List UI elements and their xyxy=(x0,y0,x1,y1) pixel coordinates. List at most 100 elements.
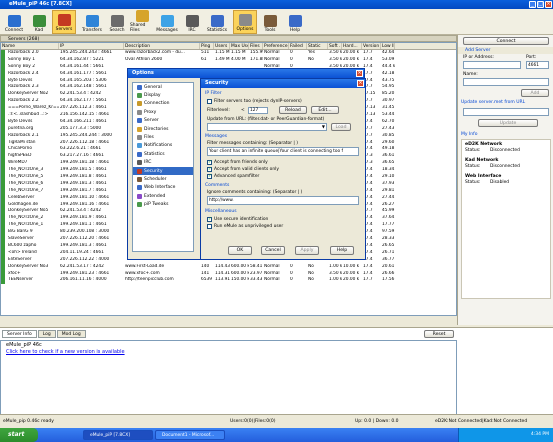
table-cell: 1.00 k xyxy=(329,263,342,269)
table-cell: CelebServer xyxy=(1,194,59,202)
toolbar-messages-button[interactable]: Messages xyxy=(155,10,179,34)
toolbar-kad-button[interactable]: Kad xyxy=(27,10,51,34)
version-check-link[interactable]: Click here to check if a new version is … xyxy=(1,349,456,355)
options-tree-item-web-interface[interactable]: Web Interface xyxy=(133,184,193,192)
filter-servers-box[interactable] xyxy=(207,98,212,104)
column-header[interactable]: Hard... xyxy=(342,43,362,49)
options-tree-item-server[interactable]: Server xyxy=(133,117,193,125)
unprivileged-box[interactable] xyxy=(207,223,212,229)
table-row[interactable]: DonkeyServer No3 62.241.53.17 : 4242 www.F… xyxy=(1,263,456,271)
window-title: eMule_piP 46c [7.8CX] xyxy=(9,1,72,7)
column-header[interactable]: Failed xyxy=(289,43,307,49)
toolbar-search-button[interactable]: Search xyxy=(105,10,129,34)
column-header[interactable]: Description xyxy=(124,43,200,49)
column-header[interactable]: Users xyxy=(214,43,230,49)
column-header[interactable]: Name xyxy=(1,43,59,49)
tab-log[interactable]: Log xyxy=(37,330,56,338)
options-tree-item-irc[interactable]: IRC xyxy=(133,159,193,167)
edit-button[interactable]: Edit... xyxy=(311,106,339,114)
accept-friends-checkbox[interactable]: ✓ Accept from friends only xyxy=(207,159,268,165)
column-header[interactable]: Max Users xyxy=(230,43,249,49)
update-button[interactable]: Update xyxy=(478,119,538,127)
accept-valid-checkbox[interactable]: ✓ Accept from valid clients only xyxy=(207,166,279,172)
connect-button[interactable]: Connect xyxy=(463,37,549,45)
minimize-button[interactable]: _ xyxy=(529,1,536,8)
tab-mod-log[interactable]: Mod Log xyxy=(56,330,86,338)
reset-button[interactable]: Reset xyxy=(424,330,454,338)
table-row[interactable]: TEENserver 206.161.11.16 : 4000 http://tee… xyxy=(1,277,456,285)
add-button[interactable]: Add xyxy=(521,89,549,97)
options-close-button[interactable]: × xyxy=(356,70,363,77)
options-tree-item-directories[interactable]: Directories xyxy=(133,125,193,133)
apply-button[interactable]: Apply xyxy=(295,246,319,255)
reload-button[interactable]: Reload xyxy=(279,106,307,114)
kad-title: Kad Network xyxy=(465,158,499,163)
options-tree-item-pip-tweaks[interactable]: piP Tweaks xyxy=(133,200,193,208)
table-cell: 600.00 k xyxy=(231,263,249,269)
advanced-spam-checkbox[interactable]: ✓ Advanced spamfilter xyxy=(207,173,259,179)
security-close-button[interactable]: × xyxy=(357,80,364,87)
cancel-button[interactable]: Cancel xyxy=(261,246,285,255)
accept-friends-box[interactable]: ✓ xyxy=(207,159,212,165)
column-header[interactable]: Static xyxy=(307,43,328,49)
toolbar-tools-button[interactable]: Tools xyxy=(258,10,282,34)
start-button[interactable]: start xyxy=(0,428,38,442)
options-tree-item-general[interactable]: General xyxy=(133,83,193,91)
ip-input[interactable] xyxy=(463,61,521,69)
name-input[interactable] xyxy=(463,78,549,86)
column-header[interactable]: Version xyxy=(362,43,381,49)
ignore-comments-input[interactable]: http://www. xyxy=(207,196,359,205)
filter-servers-checkbox[interactable]: Filter servers too (rejects dynIP-server… xyxy=(207,98,302,104)
filter-servers-label: Filter servers too (rejects dynIP-server… xyxy=(214,98,302,104)
table-cell: The_NOTzOne_7 xyxy=(1,187,59,195)
column-header[interactable]: Files xyxy=(249,43,263,49)
ok-button[interactable]: OK xyxy=(228,246,252,255)
close-button[interactable]: × xyxy=(545,1,552,8)
options-tree-item-security[interactable]: Security xyxy=(133,166,193,176)
table-row[interactable]: xfoc+ 199.249.181.23 : 4661 www.xfoc+.com 1… xyxy=(1,270,456,278)
accept-valid-box[interactable]: ✓ xyxy=(207,166,212,172)
column-header[interactable]: Ping xyxy=(200,43,214,49)
maximize-button[interactable]: □ xyxy=(537,1,544,8)
table-cell: The_NOTzOne_6 xyxy=(1,180,59,188)
filter-messages-input[interactable]: Your client has an infinite queue|Your c… xyxy=(207,147,359,156)
unprivileged-checkbox[interactable]: Run eMule as unprivileged user xyxy=(207,223,283,229)
filterlevel-input[interactable]: 127 xyxy=(248,107,268,114)
load-button[interactable]: Load xyxy=(331,123,351,131)
table-row[interactable]: Sonny Boy 1 64.34.162.87 : 5221 Oval Athlo… xyxy=(1,56,456,64)
toolbar-connect-button[interactable]: Connect xyxy=(2,10,26,34)
options-tree-item-connection[interactable]: Connection xyxy=(133,100,193,108)
messages-icon xyxy=(160,15,174,27)
options-tree-item-statistics[interactable]: Statistics xyxy=(133,150,193,158)
task-document[interactable]: Document1 - Microsof... xyxy=(155,430,225,440)
table-row[interactable]: Razorback 2.0 195.245.244.243 : 4661 www.r… xyxy=(1,50,456,57)
secure-id-checkbox[interactable]: ✓ Use secure identification xyxy=(207,216,268,222)
toolbar-shared-files-button[interactable]: Shared Files xyxy=(130,10,154,34)
ipfilter-url-select[interactable]: ▼ xyxy=(207,123,327,131)
help-button[interactable]: Help xyxy=(330,246,354,255)
tab-server-info[interactable]: Server Info xyxy=(2,330,37,338)
options-tree-item-files[interactable]: Files xyxy=(133,133,193,141)
options-tree-item-scheduler[interactable]: Scheduler xyxy=(133,175,193,183)
column-header[interactable]: IP xyxy=(59,43,124,49)
options-tree-item-display[interactable]: Display xyxy=(133,91,193,99)
options-tree-item-proxy[interactable]: Proxy xyxy=(133,108,193,116)
toolbar-transfers-button[interactable]: Transfers xyxy=(80,10,104,34)
toolbar-servers-button[interactable]: Servers xyxy=(52,10,76,34)
advanced-spam-box[interactable]: ✓ xyxy=(207,173,212,179)
options-tree-item-extended[interactable]: Extended xyxy=(133,192,193,200)
toolbar-options-button[interactable]: Options xyxy=(233,10,257,34)
status-updown: Up: 0.0 | Down: 0.0 xyxy=(355,419,399,424)
table-cell: 64.34.161.44 : 5661 xyxy=(60,63,104,69)
task-emule[interactable]: eMule_piP [7.8CX] xyxy=(83,430,153,440)
port-input[interactable]: 4661 xyxy=(526,61,549,69)
secure-id-box[interactable]: ✓ xyxy=(207,216,212,222)
toolbar-irc-button[interactable]: IRC xyxy=(180,10,204,34)
column-header[interactable]: Preference xyxy=(263,43,289,49)
column-header[interactable]: Low ID xyxy=(381,43,395,49)
toolbar-help-button[interactable]: Help xyxy=(283,10,307,34)
options-tree-item-notifications[interactable]: Notifications xyxy=(133,142,193,150)
toolbar-statistics-button[interactable]: Statistics xyxy=(205,10,229,34)
column-header[interactable]: Soft ... xyxy=(328,43,342,49)
update-url-input[interactable] xyxy=(463,108,549,116)
